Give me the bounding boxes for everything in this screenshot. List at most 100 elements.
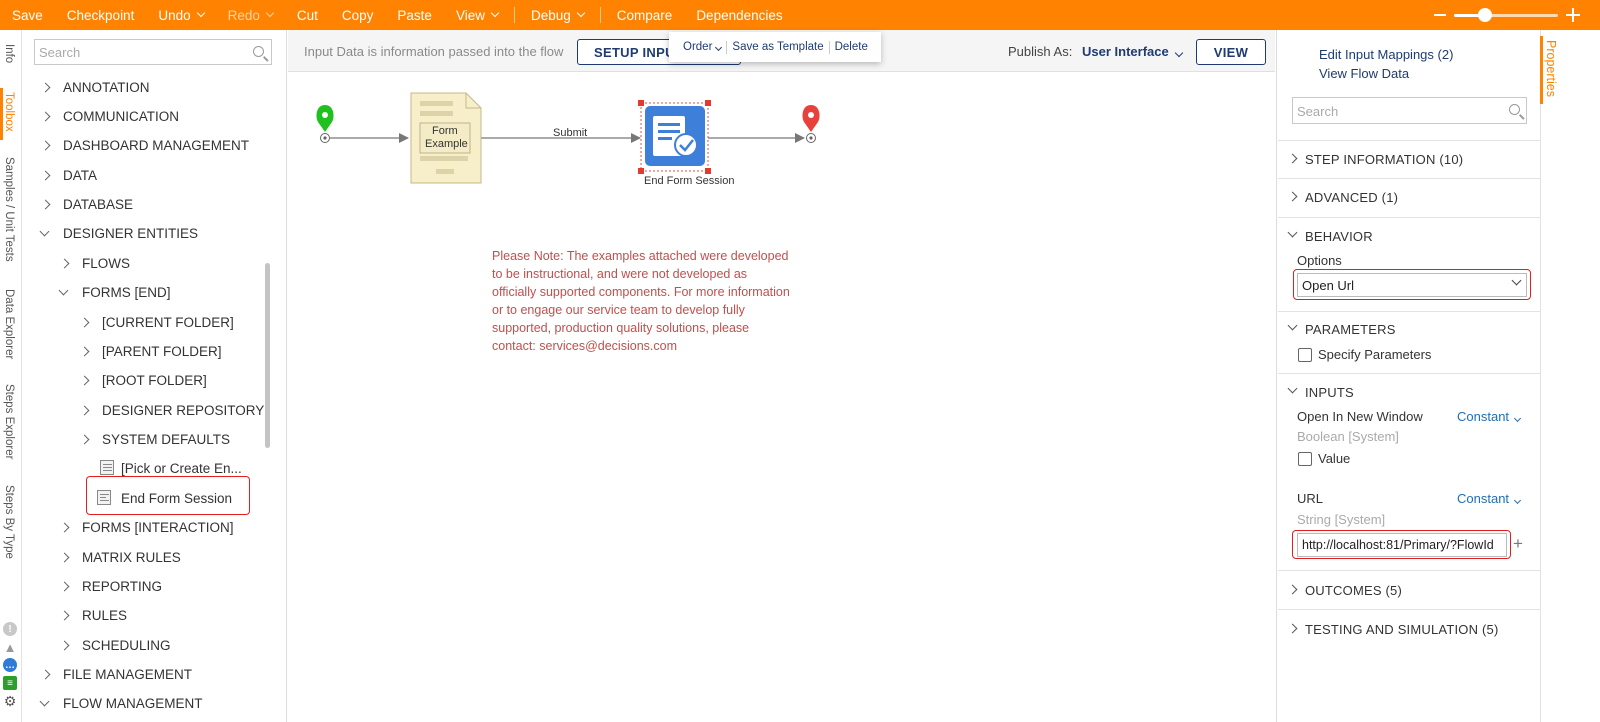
end-step[interactable]	[802, 105, 820, 143]
value-checkbox[interactable]	[1298, 452, 1312, 466]
info-circle-icon[interactable]: !	[3, 622, 17, 636]
tree-item-root-folder[interactable]: [ROOT FOLDER]	[79, 373, 207, 388]
zoom-out-icon[interactable]	[1434, 14, 1446, 16]
view-button[interactable]: VIEW	[1196, 39, 1266, 65]
zoom-slider[interactable]	[1454, 7, 1558, 22]
view-flow-data-link[interactable]: View Flow Data	[1319, 66, 1409, 81]
tree-item-database[interactable]: DATABASE	[40, 197, 133, 212]
tree-item-forms-end[interactable]: FORMS [END]	[58, 285, 171, 300]
selection-handle[interactable]	[705, 100, 711, 106]
tree-item-rules[interactable]: RULES	[59, 608, 127, 623]
section-divider	[1278, 311, 1540, 312]
section-divider	[1278, 373, 1540, 374]
section-advanced[interactable]: ADVANCED (1)	[1305, 190, 1398, 205]
document-icon[interactable]: ≡	[3, 676, 17, 690]
compare-button[interactable]: Compare	[605, 0, 685, 30]
tree-item-communication[interactable]: COMMUNICATION	[40, 109, 179, 124]
tab-data-explorer[interactable]: Data Explorer	[3, 289, 15, 359]
delete-button[interactable]: Delete	[830, 41, 873, 53]
tree-item-designer-entities[interactable]: DESIGNER ENTITIES	[39, 226, 198, 241]
section-behavior[interactable]: BEHAVIOR	[1305, 229, 1373, 244]
paste-button[interactable]: Paste	[385, 0, 444, 30]
copy-button[interactable]: Copy	[330, 0, 386, 30]
debug-menu-button[interactable]: Debug	[519, 0, 596, 30]
search-placeholder: Search	[1297, 104, 1339, 119]
add-icon[interactable]: +	[1513, 534, 1523, 554]
dependencies-button[interactable]: Dependencies	[684, 0, 794, 30]
start-pin-dot	[322, 112, 328, 118]
tab-steps-by-type[interactable]: Steps By Type	[3, 485, 15, 559]
selection-handle[interactable]	[705, 168, 711, 174]
tree-item-parent-folder[interactable]: [PARENT FOLDER]	[79, 344, 222, 359]
view-menu-button[interactable]: View	[444, 0, 510, 30]
tree-item-matrix-rules[interactable]: MATRIX RULES	[59, 550, 181, 565]
section-step-information[interactable]: STEP INFORMATION (10)	[1305, 152, 1463, 167]
save-button[interactable]: Save	[0, 0, 55, 30]
tree-item-label: DESIGNER REPOSITORY	[102, 403, 265, 418]
chevron-right-icon	[59, 522, 70, 533]
tab-samples-unit-tests[interactable]: Samples / Unit Tests	[3, 157, 15, 262]
url-input[interactable]: http://localhost:81/Primary/?FlowId	[1297, 533, 1507, 557]
open-in-new-window-mode-select[interactable]: Constant	[1457, 409, 1522, 424]
section-parameters[interactable]: PARAMETERS	[1305, 322, 1396, 337]
edit-input-mappings-link[interactable]: Edit Input Mappings (2)	[1319, 47, 1453, 62]
tree-item-designer-repository[interactable]: DESIGNER REPOSITORY	[79, 403, 265, 418]
order-menu-button[interactable]: Order	[678, 41, 726, 53]
properties-search-input[interactable]: Search	[1292, 97, 1527, 124]
tree-item-system-defaults[interactable]: SYSTEM DEFAULTS	[79, 432, 230, 447]
checkpoint-button[interactable]: Checkpoint	[55, 0, 147, 30]
tab-properties[interactable]: Properties	[1544, 40, 1558, 97]
tree-item-reporting[interactable]: REPORTING	[59, 579, 162, 594]
tree-item-dashboard-management[interactable]: DASHBOARD MANAGEMENT	[40, 138, 249, 153]
url-input-value: http://localhost:81/Primary/?FlowId	[1302, 538, 1494, 552]
chevron-right-icon	[40, 170, 51, 181]
tab-info[interactable]: Info	[3, 44, 15, 63]
search-icon[interactable]	[253, 46, 264, 57]
chevron-right-icon	[59, 640, 70, 651]
section-divider	[1278, 570, 1540, 571]
properties-panel	[1276, 30, 1540, 722]
selection-handle[interactable]	[638, 168, 644, 174]
tree-item-end-form-session[interactable]: End Form Session	[121, 491, 232, 506]
options-select[interactable]: Open Url	[1297, 273, 1527, 297]
tab-steps-explorer[interactable]: Steps Explorer	[3, 384, 15, 459]
specify-parameters-checkbox[interactable]	[1298, 348, 1312, 362]
toolbox-panel: Search ANNOTATION COMMUNICATION DASHBOAR…	[22, 30, 287, 722]
search-icon[interactable]	[1509, 104, 1520, 115]
section-testing-and-simulation[interactable]: TESTING AND SIMULATION (5)	[1305, 622, 1498, 637]
gear-icon[interactable]: ⚙	[3, 693, 17, 709]
start-step[interactable]	[316, 105, 334, 143]
publish-as-label: Publish As:	[1008, 44, 1073, 59]
tree-item-flows[interactable]: FLOWS	[59, 256, 130, 271]
zoom-in-icon[interactable]	[1566, 8, 1580, 22]
zoom-slider-handle[interactable]	[1478, 7, 1493, 22]
tree-item-flow-management[interactable]: FLOW MANAGEMENT	[39, 696, 203, 711]
url-label: URL	[1297, 491, 1324, 506]
end-form-session-step[interactable]	[638, 100, 711, 174]
tree-item-data[interactable]: DATA	[40, 168, 97, 183]
chat-icon[interactable]: …	[3, 658, 17, 672]
toolbox-scrollbar[interactable]	[265, 263, 270, 448]
chevron-down-icon	[1514, 496, 1522, 505]
cut-button[interactable]: Cut	[285, 0, 330, 30]
section-outcomes[interactable]: OUTCOMES (5)	[1305, 583, 1402, 598]
tree-item-pick-or-create-entity[interactable]: [Pick or Create En...	[121, 461, 242, 476]
tree-item-forms-interaction[interactable]: FORMS [INTERACTION]	[59, 520, 234, 535]
chevron-down-icon	[715, 43, 723, 52]
redo-button[interactable]: Redo	[216, 0, 285, 30]
tab-toolbox[interactable]: Toolbox	[3, 92, 15, 132]
undo-button[interactable]: Undo	[146, 0, 215, 30]
section-inputs[interactable]: INPUTS	[1305, 385, 1354, 400]
url-mode-select[interactable]: Constant	[1457, 491, 1522, 506]
tree-item-file-management[interactable]: FILE MANAGEMENT	[40, 667, 192, 682]
save-as-template-button[interactable]: Save as Template	[727, 41, 828, 53]
chevron-down-icon	[490, 8, 500, 18]
form-step-icon	[100, 460, 114, 475]
warning-icon[interactable]: ▲	[3, 640, 17, 655]
publish-as-select[interactable]: User Interface	[1082, 44, 1183, 59]
toolbox-search-input[interactable]: Search	[34, 39, 272, 65]
tree-item-current-folder[interactable]: [CURRENT FOLDER]	[79, 315, 234, 330]
tree-item-annotation[interactable]: ANNOTATION	[40, 80, 150, 95]
selection-handle[interactable]	[638, 100, 644, 106]
tree-item-scheduling[interactable]: SCHEDULING	[59, 638, 171, 653]
